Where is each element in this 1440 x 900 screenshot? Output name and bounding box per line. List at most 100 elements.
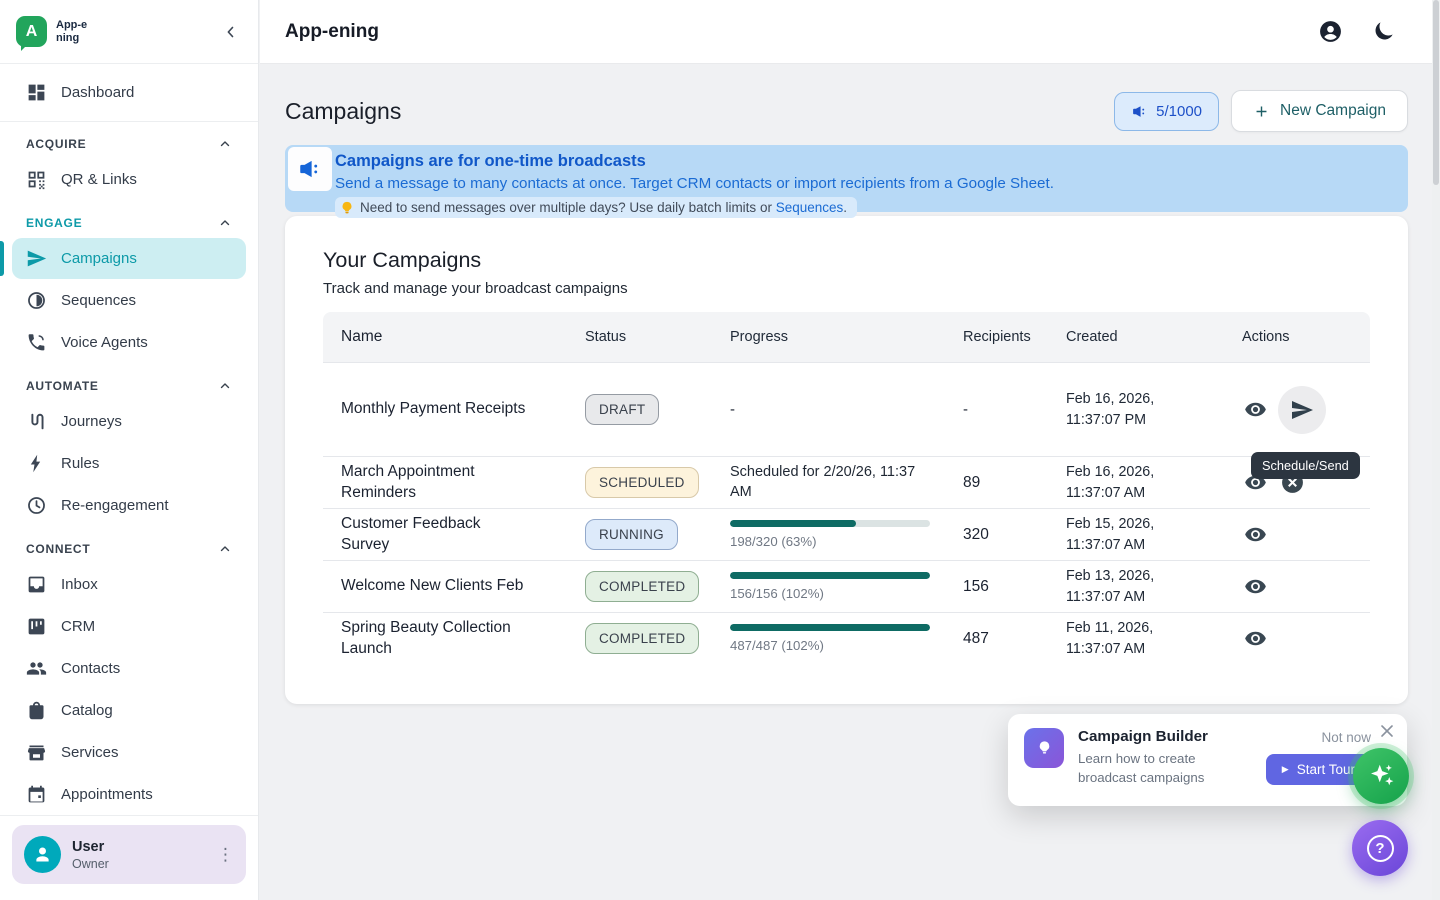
campaign-name: Customer Feedback Survey (323, 514, 585, 556)
campaign-name: Spring Beauty Collection Launch (323, 618, 585, 660)
chevron-up-icon (218, 379, 232, 393)
progress-bar-fill (730, 572, 930, 579)
campaign-name: Welcome New Clients Feb (323, 576, 585, 597)
sidebar-item-label: Inbox (61, 576, 98, 593)
campaigns-card-title: Your Campaigns (323, 248, 1370, 273)
section-label-text: AUTOMATE (26, 379, 99, 393)
sidebar-item-appointments[interactable]: Appointments (12, 774, 246, 815)
lightbulb-icon (1035, 739, 1054, 758)
plus-icon (1253, 103, 1270, 120)
sidebar: A App-ening Dashboard ACQUIRE QR & Links (0, 0, 259, 900)
campaigns-table: Name Status Progress Recipients Created … (323, 312, 1370, 664)
kanban-board-icon (26, 616, 47, 637)
sidebar-section-engage[interactable]: ENGAGE (12, 201, 246, 237)
sequences-link[interactable]: Sequences (776, 200, 844, 215)
help-fab[interactable]: ? (1352, 820, 1408, 876)
sidebar-item-label: Voice Agents (61, 334, 148, 351)
lightbulb-icon (340, 201, 354, 215)
sidebar-item-contacts[interactable]: Contacts (12, 648, 246, 689)
sidebar-section-connect[interactable]: CONNECT (12, 527, 246, 563)
view-button[interactable] (1242, 625, 1269, 652)
sidebar-item-label: Journeys (61, 413, 122, 430)
sidebar-dashboard-section: Dashboard (0, 64, 258, 122)
sidebar-collapse-button[interactable] (222, 23, 240, 41)
sidebar-item-catalog[interactable]: Catalog (12, 690, 246, 731)
campaigns-card: Your Campaigns Track and manage your bro… (285, 216, 1408, 704)
eye-icon (1244, 398, 1267, 421)
sidebar-section-automate[interactable]: AUTOMATE (12, 364, 246, 400)
topbar: App-ening (260, 0, 1440, 64)
eye-icon (1244, 523, 1267, 546)
recipients-cell: 156 (963, 578, 1066, 596)
sidebar-item-label: Re-engagement (61, 497, 169, 514)
created-cell: Feb 16, 2026, 11:37:07 AM (1066, 462, 1180, 502)
status-badge: COMPLETED (585, 623, 699, 654)
sidebar-item-label: Sequences (61, 292, 136, 309)
app-logo-text: App-ening (56, 19, 92, 43)
view-button[interactable] (1242, 396, 1269, 423)
phone-icon (26, 332, 47, 353)
recipients-cell: 487 (963, 630, 1066, 648)
person-icon (32, 844, 53, 865)
campaign-quota-badge[interactable]: 5/1000 (1114, 92, 1219, 131)
view-button[interactable] (1242, 521, 1269, 548)
progress-cell: 198/320 (63%) (730, 520, 930, 549)
sidebar-item-services[interactable]: Services (12, 732, 246, 773)
not-now-button[interactable]: Not now (1321, 730, 1371, 745)
close-icon (1380, 724, 1394, 738)
user-card[interactable]: User Owner ⋮ (12, 825, 246, 884)
page-header: Campaigns 5/1000 New Campaign (285, 90, 1408, 132)
ai-assistant-fab[interactable] (1353, 748, 1409, 804)
page-scrollbar[interactable] (1432, 0, 1440, 900)
progress-bar (730, 572, 930, 579)
sidebar-item-rules[interactable]: Rules (12, 443, 246, 484)
avatar (24, 836, 61, 873)
scrollbar-thumb[interactable] (1433, 0, 1439, 185)
sidebar-item-crm[interactable]: CRM (12, 606, 246, 647)
recipients-cell: 320 (963, 526, 1066, 544)
sidebar-item-label: Campaigns (61, 250, 137, 267)
sidebar-item-qr-links[interactable]: QR & Links (12, 159, 246, 200)
clock-icon (26, 495, 47, 516)
qr-code-icon (26, 169, 47, 190)
view-button[interactable] (1242, 573, 1269, 600)
quota-text: 5/1000 (1156, 103, 1202, 120)
schedule-send-tooltip: Schedule/Send (1251, 452, 1360, 479)
actions-cell: Schedule/Send (1242, 386, 1370, 434)
column-header-actions: Actions (1242, 329, 1370, 345)
app-title: App-ening (285, 21, 379, 43)
new-campaign-button[interactable]: New Campaign (1231, 90, 1408, 132)
sidebar-item-sequences[interactable]: Sequences (12, 280, 246, 321)
sidebar-item-dashboard[interactable]: Dashboard (12, 72, 246, 113)
sidebar-item-journeys[interactable]: Journeys (12, 401, 246, 442)
status-badge: SCHEDULED (585, 467, 699, 498)
column-header-created: Created (1066, 329, 1242, 345)
sidebar-item-label: Dashboard (61, 84, 134, 101)
table-row: Customer Feedback Survey RUNNING 198/320… (323, 508, 1370, 560)
created-cell: Feb 16, 2026, 11:37:07 PM (1066, 389, 1180, 429)
progress-label: 156/156 (102%) (730, 586, 930, 601)
table-row: Monthly Payment Receipts DRAFT - - Feb 1… (323, 362, 1370, 456)
route-icon (26, 411, 47, 432)
sidebar-item-inbox[interactable]: Inbox (12, 564, 246, 605)
user-menu-kebab-icon[interactable]: ⋮ (217, 846, 234, 863)
section-label-text: ENGAGE (26, 216, 82, 230)
dark-mode-toggle[interactable] (1371, 19, 1396, 44)
app-logo-icon: A (16, 16, 47, 47)
progress-bar-fill (730, 624, 930, 631)
campaign-name: March Appointment Reminders (323, 462, 585, 504)
column-header-name: Name (323, 327, 585, 348)
sidebar-item-voice-agents[interactable]: Voice Agents (12, 322, 246, 363)
new-campaign-label: New Campaign (1280, 102, 1386, 120)
schedule-send-button[interactable] (1278, 386, 1326, 434)
account-button[interactable] (1318, 19, 1343, 44)
sidebar-section-acquire[interactable]: ACQUIRE (12, 122, 246, 158)
sidebar-item-campaigns[interactable]: Campaigns (12, 238, 246, 279)
sidebar-logo-row: A App-ening (0, 0, 258, 64)
page-title: Campaigns (285, 98, 401, 125)
banner-subtitle: Send a message to many contacts at once.… (335, 175, 1394, 192)
contrast-circle-icon (26, 290, 47, 311)
sidebar-item-re-engagement[interactable]: Re-engagement (12, 485, 246, 526)
popup-close-button[interactable] (1380, 724, 1394, 738)
progress-bar (730, 624, 930, 631)
